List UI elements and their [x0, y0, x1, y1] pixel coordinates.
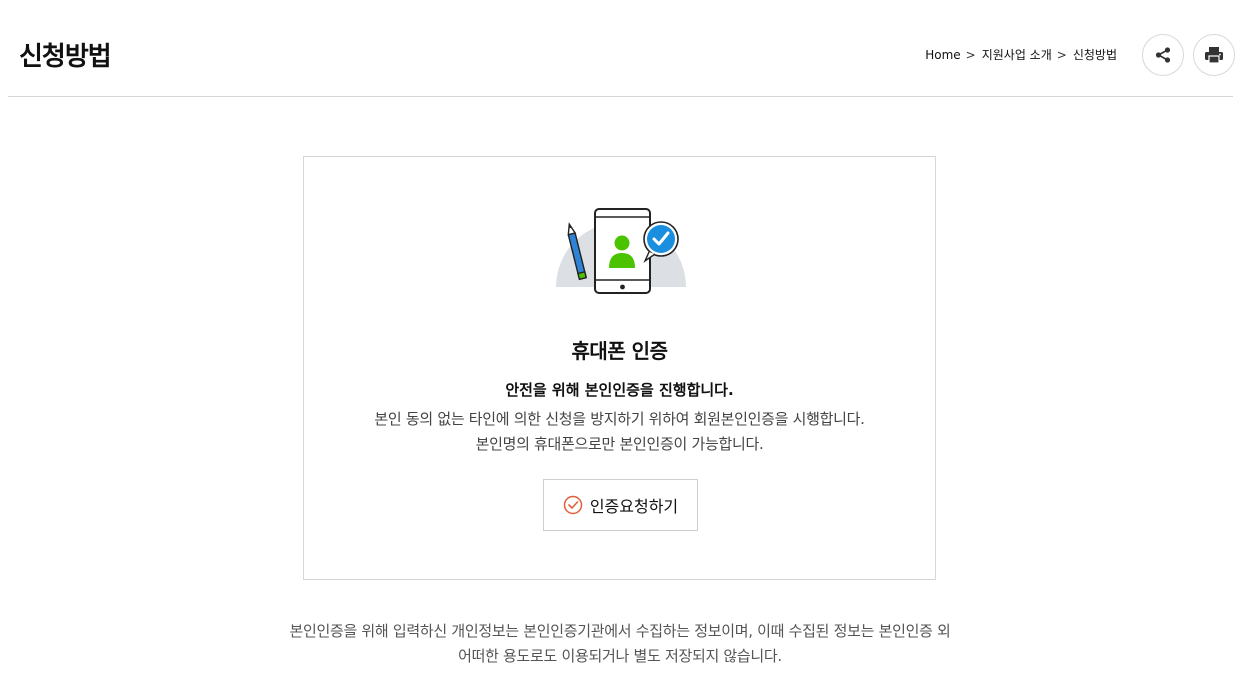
- phone-verification-icon: [556, 208, 686, 294]
- breadcrumb-separator: >: [1056, 48, 1067, 62]
- print-button[interactable]: [1193, 34, 1235, 76]
- share-icon: [1155, 47, 1171, 63]
- auth-headline: 안전을 위해 본인인증을 진행합니다.: [505, 381, 734, 399]
- print-icon: [1205, 47, 1223, 64]
- breadcrumb-separator: >: [965, 48, 976, 62]
- privacy-notice-line2: 어떠한 용도로도 이용되거나 별도 저장되지 않습니다.: [458, 647, 782, 665]
- check-circle-icon: [563, 495, 583, 515]
- auth-title: 휴대폰 인증: [571, 339, 668, 363]
- request-verification-button[interactable]: 인증요청하기: [543, 479, 698, 531]
- breadcrumb-home[interactable]: Home: [925, 46, 960, 64]
- request-verification-label: 인증요청하기: [589, 497, 679, 516]
- page-title: 신청방법: [19, 42, 112, 72]
- auth-card: 휴대폰 인증 안전을 위해 본인인증을 진행합니다. 본인 동의 없는 타인에 …: [303, 156, 936, 580]
- breadcrumb: Home > 지원사업 소개 > 신청방법: [925, 46, 1117, 64]
- privacy-notice-line1: 본인인증을 위해 입력하신 개인정보는 본인인증기관에서 수집하는 정보이며, …: [289, 622, 951, 640]
- auth-description-line1: 본인 동의 없는 타인에 의한 신청을 방지하기 위하여 회원본인인증을 시행합…: [374, 410, 865, 428]
- page-header: 신청방법 Home > 지원사업 소개 > 신청방법: [8, 0, 1235, 97]
- page: 신청방법 Home > 지원사업 소개 > 신청방법 휴대폰 인증 안전을 위해…: [0, 0, 1253, 696]
- auth-description-line2: 본인명의 휴대폰으로만 본인인증이 가능합니다.: [475, 435, 764, 453]
- breadcrumb-section[interactable]: 지원사업 소개: [982, 46, 1052, 64]
- breadcrumb-current: 신청방법: [1072, 48, 1117, 62]
- share-button[interactable]: [1142, 34, 1184, 76]
